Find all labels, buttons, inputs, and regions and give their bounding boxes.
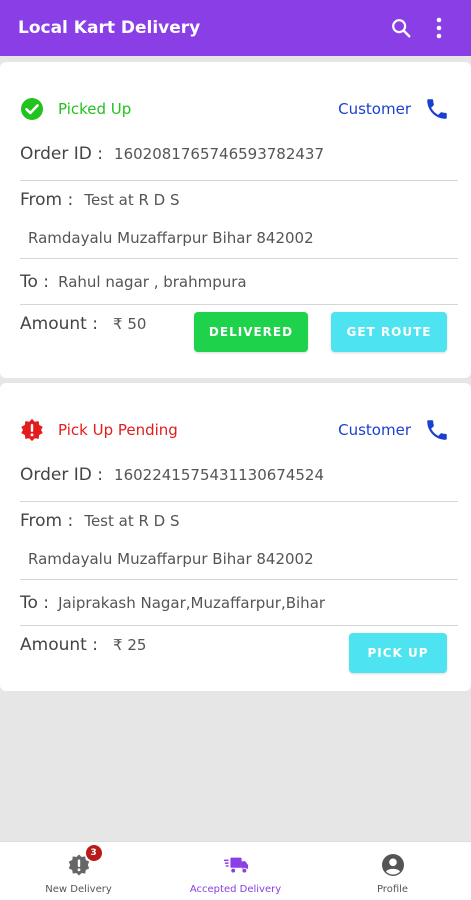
from-address-row: Ramdayalu Muzaffarpur Bihar 842002: [28, 228, 458, 247]
new-delivery-badge: 3: [85, 845, 102, 861]
call-customer-button[interactable]: [423, 95, 451, 123]
nav-label: New Delivery: [45, 884, 112, 895]
amount-value: ₹ 50: [113, 315, 147, 333]
account-circle-icon: [380, 852, 406, 878]
divider: [20, 304, 458, 305]
from-address: Ramdayalu Muzaffarpur Bihar 842002: [28, 229, 314, 247]
order-id-value: 160224157543113067452​4: [114, 466, 325, 484]
from-label: From :: [20, 511, 74, 531]
amount-label: Amount :: [20, 314, 98, 334]
bottom-navigation: 3 New Delivery Accepted Delivery Profile: [0, 841, 471, 900]
divider: [20, 579, 458, 580]
from-address: Ramdayalu Muzaffarpur Bihar 842002: [28, 550, 314, 568]
check-circle-icon: [20, 97, 44, 121]
amount-label: Amount :: [20, 635, 98, 655]
from-address-row: Ramdayalu Muzaffarpur Bihar 842002: [28, 549, 458, 568]
order-id-row: Order ID : 160208176574659378243​7: [20, 144, 458, 164]
call-customer-button[interactable]: [423, 416, 451, 444]
nav-label: Accepted Delivery: [189, 884, 282, 895]
phone-icon: [427, 420, 447, 440]
pick-up-button[interactable]: PICK UP: [349, 633, 447, 673]
to-address: Jaiprakash Nagar,Muzaffarpur,Bihar: [58, 594, 326, 612]
order-status: Pick Up Pending: [58, 421, 178, 439]
from-row: From : Test at R D S: [20, 511, 458, 531]
search-icon: [392, 19, 411, 38]
to-label: To :: [20, 272, 50, 292]
order-id-row: Order ID : 160224157543113067452​4: [20, 465, 458, 485]
order-card: Pick Up Pending Customer Order ID : 1602…: [0, 383, 471, 691]
order-status: Picked Up: [58, 100, 132, 118]
order-id-label: Order ID :: [20, 465, 103, 485]
more-vertical-icon: [436, 17, 442, 39]
search-button[interactable]: [387, 14, 415, 42]
delivery-list[interactable]: Picked Up Customer Order ID : 1602081765…: [0, 56, 471, 841]
nav-label: Profile: [376, 884, 409, 895]
status-row: Picked Up Customer: [20, 92, 451, 126]
to-row: To : Rahul nagar , brahmpura: [20, 272, 458, 292]
delivery-truck-icon: [223, 852, 249, 878]
to-label: To :: [20, 593, 50, 613]
customer-link[interactable]: Customer: [338, 100, 411, 118]
to-row: To : Jaiprakash Nagar,Muzaffarpur,Bihar: [20, 593, 458, 613]
nav-accepted-delivery[interactable]: Accepted Delivery: [157, 842, 314, 900]
from-label: From :: [20, 190, 74, 210]
overflow-menu-button[interactable]: [425, 14, 453, 42]
get-route-button[interactable]: GET ROUTE: [331, 312, 447, 352]
divider: [20, 258, 458, 259]
divider: [20, 625, 458, 626]
amount-value: ₹ 25: [113, 636, 147, 654]
phone-icon: [427, 99, 447, 119]
alert-badge-icon: [20, 418, 44, 442]
divider: [20, 180, 458, 181]
customer-link[interactable]: Customer: [338, 421, 411, 439]
order-id-value: 160208176574659378243​7: [114, 145, 325, 163]
status-row: Pick Up Pending Customer: [20, 413, 451, 447]
delivered-button[interactable]: DELIVERED: [194, 312, 308, 352]
order-card: Picked Up Customer Order ID : 1602081765…: [0, 62, 471, 378]
from-row: From : Test at R D S: [20, 190, 458, 210]
app-title: Local Kart Delivery: [18, 18, 201, 38]
order-id-label: Order ID :: [20, 144, 103, 164]
from-name: Test at R D S: [84, 512, 180, 530]
app-bar: Local Kart Delivery: [0, 0, 471, 56]
from-name: Test at R D S: [84, 191, 180, 209]
nav-new-delivery[interactable]: 3 New Delivery: [0, 842, 157, 900]
nav-profile[interactable]: Profile: [314, 842, 471, 900]
to-address: Rahul nagar , brahmpura: [58, 273, 247, 291]
gear-badge-icon: 3: [66, 845, 102, 878]
divider: [20, 501, 458, 502]
